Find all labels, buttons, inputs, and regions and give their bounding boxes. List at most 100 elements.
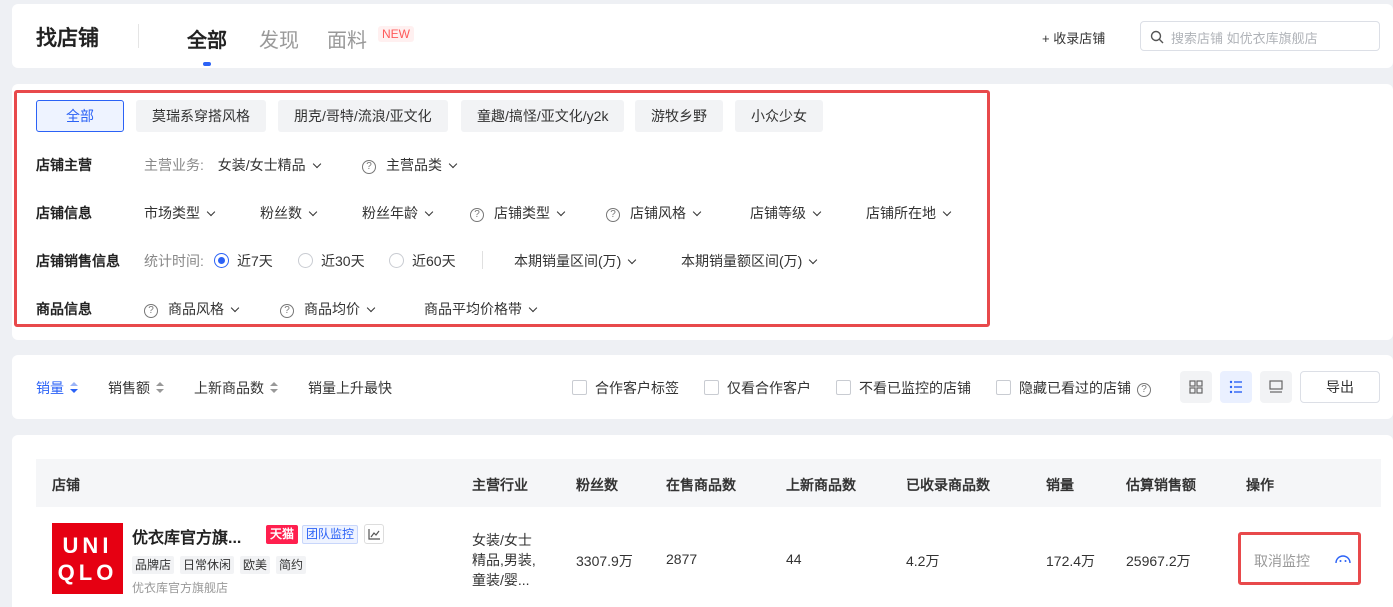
cell-collected: 4.2万 — [906, 553, 940, 569]
sort-arrows-icon — [156, 382, 164, 394]
main-category-dropdown[interactable]: ? 主营品类 — [362, 155, 458, 175]
grid-view-button[interactable] — [1180, 371, 1212, 403]
store-type-label: 店铺类型 — [494, 205, 550, 221]
col-sales: 销量 — [1046, 477, 1074, 493]
cell-est-revenue: 25967.2万 — [1126, 553, 1191, 569]
chip-punk[interactable]: 朋克/哥特/流浪/亚文化 — [278, 100, 448, 132]
sort-sales[interactable]: 销量 — [36, 378, 78, 398]
trend-icon — [368, 529, 380, 540]
store-style-label: 店铺风格 — [630, 205, 686, 221]
fans-count-label: 粉丝数 — [260, 205, 302, 221]
store-name-link[interactable]: 优衣库官方旗... — [132, 524, 241, 548]
chevron-down-icon — [812, 207, 822, 217]
radio-icon — [298, 253, 313, 268]
export-button[interactable]: 导出 — [1300, 371, 1380, 403]
period-7d-radio[interactable]: 近7天 — [214, 251, 273, 271]
store-level-label: 店铺等级 — [750, 205, 806, 221]
product-avg-price-label: 商品均价 — [304, 301, 360, 317]
period-30d-label: 近30天 — [321, 253, 365, 269]
period-7d-label: 近7天 — [237, 253, 273, 269]
period-60d-radio[interactable]: 近60天 — [389, 251, 456, 271]
card-view-button[interactable] — [1260, 371, 1292, 403]
radio-checked-icon — [214, 253, 229, 268]
main-business-dropdown[interactable]: 主营业务: 女装/女士精品 — [144, 155, 321, 175]
sort-new-items-label: 上新商品数 — [194, 380, 264, 396]
product-style-dropdown[interactable]: ? 商品风格 — [144, 299, 240, 319]
tab-fabric[interactable]: 面料 — [327, 24, 367, 53]
col-actions: 操作 — [1246, 477, 1274, 493]
col-store: 店铺 — [52, 477, 80, 493]
card-view-icon — [1269, 380, 1283, 393]
header-divider — [138, 24, 139, 48]
chip-nomad[interactable]: 游牧乡野 — [635, 100, 723, 132]
row-label-main-business: 店铺主营 — [36, 157, 92, 173]
store-location-dropdown[interactable]: 店铺所在地 — [866, 203, 952, 223]
sort-new-items[interactable]: 上新商品数 — [194, 378, 278, 398]
new-badge: NEW — [378, 26, 414, 42]
fans-count-dropdown[interactable]: 粉丝数 — [260, 203, 318, 223]
hide-viewed-checkbox[interactable]: 隐藏已看过的店铺? — [996, 378, 1151, 398]
col-collected: 已收录商品数 — [906, 477, 990, 493]
row-label-product-info: 商品信息 — [36, 301, 92, 317]
store-style-dropdown[interactable]: ? 店铺风格 — [606, 203, 702, 223]
chip-y2k[interactable]: 童趣/搞怪/亚文化/y2k — [461, 100, 625, 132]
hide-monitored-checkbox[interactable]: 不看已监控的店铺 — [836, 378, 971, 398]
chevron-down-icon — [312, 159, 321, 169]
cell-on-sale: 2877 — [666, 551, 698, 567]
logo-line-2: QLO — [57, 560, 118, 585]
coop-only-checkbox[interactable]: 仅看合作客户 — [704, 378, 811, 398]
sort-arrows-icon — [270, 382, 278, 394]
chip-morandi[interactable]: 莫瑞系穿搭风格 — [136, 100, 266, 132]
product-avg-price-dropdown[interactable]: ? 商品均价 — [280, 299, 376, 319]
chevron-down-icon — [528, 303, 538, 313]
tmall-badge: 天猫 — [266, 525, 299, 544]
store-tag: 简约 — [276, 556, 307, 574]
period-30d-radio[interactable]: 近30天 — [298, 251, 365, 271]
store-type-dropdown[interactable]: ? 店铺类型 — [470, 203, 566, 223]
list-view-button[interactable] — [1220, 371, 1252, 403]
tab-discover[interactable]: 发现 — [259, 24, 299, 53]
price-band-dropdown[interactable]: 商品平均价格带 — [424, 299, 538, 319]
store-tag: 品牌店 — [132, 556, 175, 574]
business-value: 女装/女士精品 — [217, 157, 306, 173]
sort-fastest-rising[interactable]: 销量上升最快 — [308, 378, 392, 398]
chevron-down-icon — [366, 303, 376, 313]
coop-only-label: 仅看合作客户 — [727, 380, 811, 396]
sort-revenue-label: 销售额 — [108, 380, 150, 396]
checkbox-icon — [836, 380, 851, 395]
sort-arrows-icon — [70, 382, 78, 394]
store-logo[interactable]: UNI QLO — [52, 523, 123, 594]
checkbox-icon — [572, 380, 587, 395]
cancel-monitor-button[interactable]: 取消监控 — [1254, 551, 1310, 571]
fans-age-label: 粉丝年龄 — [362, 205, 418, 221]
add-store-button[interactable]: + 收录店铺 — [1042, 28, 1105, 47]
monitor-eye-icon[interactable] — [1334, 552, 1352, 569]
product-style-label: 商品风格 — [168, 301, 224, 317]
store-search-input[interactable]: 搜索店铺 如优衣库旗舰店 — [1140, 21, 1380, 51]
coop-tag-label: 合作客户标签 — [595, 380, 679, 396]
trend-chart-button[interactable] — [364, 524, 384, 544]
page-title: 找店铺 — [36, 27, 99, 50]
help-icon: ? — [606, 208, 620, 222]
team-monitor-badge: 团队监控 — [302, 525, 359, 544]
cell-new-items: 44 — [786, 551, 802, 567]
row-label-store-info: 店铺信息 — [36, 205, 92, 221]
sort-revenue[interactable]: 销售额 — [108, 378, 164, 398]
col-on-sale: 在售商品数 — [666, 477, 736, 493]
chip-all[interactable]: 全部 — [36, 100, 124, 132]
fans-age-dropdown[interactable]: 粉丝年龄 — [362, 203, 434, 223]
store-location-label: 店铺所在地 — [866, 205, 936, 221]
tab-all[interactable]: 全部 — [187, 24, 227, 53]
col-est-revenue: 估算销售额 — [1126, 477, 1196, 493]
store-level-dropdown[interactable]: 店铺等级 — [750, 203, 822, 223]
coop-tag-checkbox[interactable]: 合作客户标签 — [572, 378, 679, 398]
chevron-down-icon — [809, 255, 818, 265]
logo-line-1: UNI — [62, 533, 113, 558]
sales-range-dropdown[interactable]: 本期销量区间(万) — [514, 251, 637, 271]
chip-niche-girl[interactable]: 小众少女 — [735, 100, 823, 132]
cell-sales: 172.4万 — [1046, 553, 1096, 569]
revenue-range-dropdown[interactable]: 本期销量额区间(万) — [681, 251, 818, 271]
col-industry: 主营行业 — [472, 477, 528, 493]
market-type-dropdown[interactable]: 市场类型 — [144, 203, 216, 223]
market-type-label: 市场类型 — [144, 205, 200, 221]
